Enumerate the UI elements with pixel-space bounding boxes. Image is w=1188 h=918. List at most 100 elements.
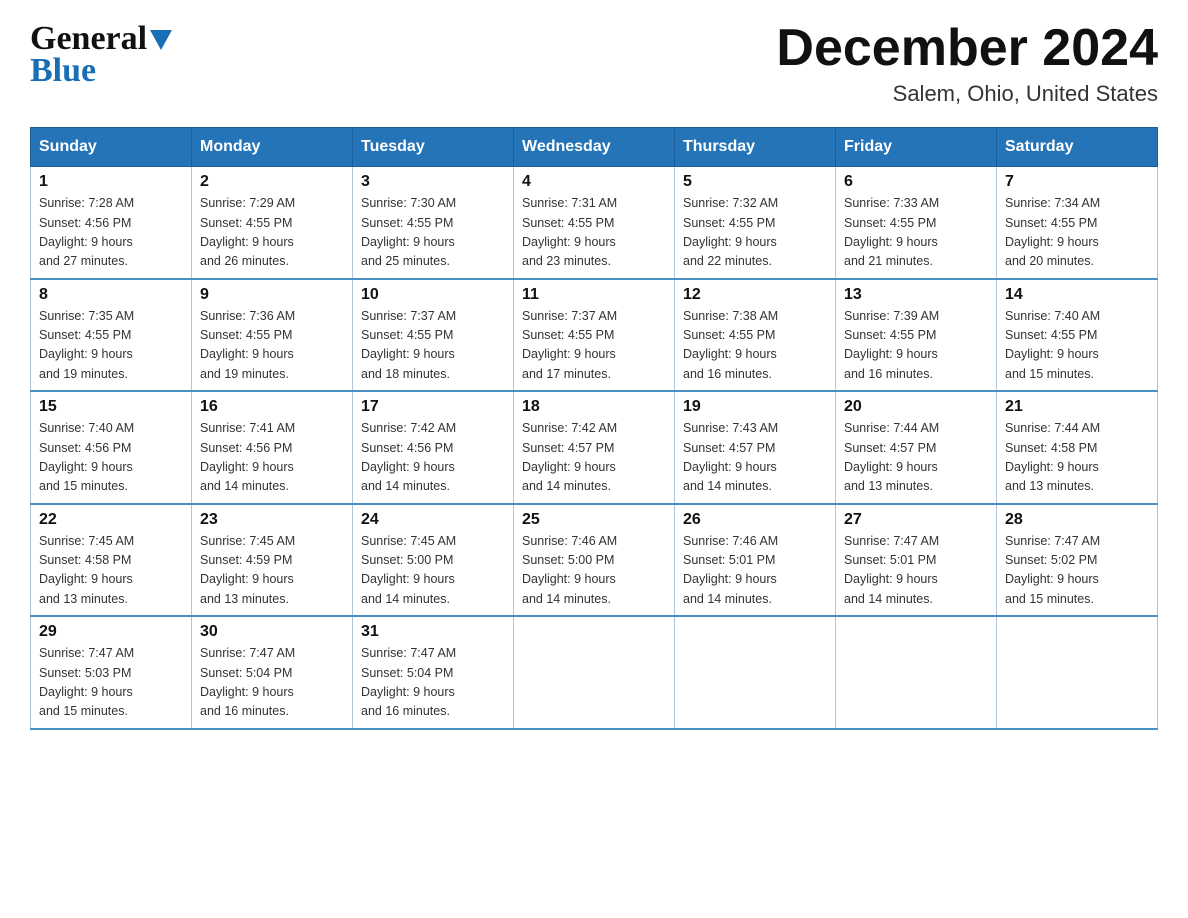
calendar-cell: 20 Sunrise: 7:44 AMSunset: 4:57 PMDayligh… xyxy=(836,391,997,504)
day-info: Sunrise: 7:28 AMSunset: 4:56 PMDaylight:… xyxy=(39,194,183,272)
calendar-cell: 3Sunrise: 7:30 AMSunset: 4:55 PMDaylight… xyxy=(353,167,514,279)
day-number: 24 xyxy=(361,511,505,529)
calendar-week-row: 15 Sunrise: 7:40 AMSunset: 4:56 PMDayligh… xyxy=(31,391,1158,504)
day-of-week-header: Monday xyxy=(192,128,353,167)
day-number: 8 xyxy=(39,286,183,304)
calendar-cell xyxy=(997,616,1158,729)
day-number: 19 xyxy=(683,398,827,416)
day-info: Sunrise: 7:30 AMSunset: 4:55 PMDaylight:… xyxy=(361,194,505,272)
calendar-cell: 30 Sunrise: 7:47 AMSunset: 5:04 PMDayligh… xyxy=(192,616,353,729)
day-info: Sunrise: 7:45 AMSunset: 4:59 PMDaylight:… xyxy=(200,532,344,610)
day-info: Sunrise: 7:43 AMSunset: 4:57 PMDaylight:… xyxy=(683,419,827,497)
day-info: Sunrise: 7:33 AMSunset: 4:55 PMDaylight:… xyxy=(844,194,988,272)
day-number: 27 xyxy=(844,511,988,529)
calendar-cell: 14Sunrise: 7:40 AMSunset: 4:55 PMDayligh… xyxy=(997,279,1158,392)
day-number: 20 xyxy=(844,398,988,416)
day-info: Sunrise: 7:39 AMSunset: 4:55 PMDaylight:… xyxy=(844,307,988,385)
calendar-cell: 4 Sunrise: 7:31 AMSunset: 4:55 PMDaylight… xyxy=(514,167,675,279)
day-number: 14 xyxy=(1005,286,1149,304)
day-info: Sunrise: 7:32 AMSunset: 4:55 PMDaylight:… xyxy=(683,194,827,272)
day-number: 30 xyxy=(200,623,344,641)
day-info: Sunrise: 7:47 AMSunset: 5:04 PMDaylight:… xyxy=(200,644,344,722)
day-number: 4 xyxy=(522,173,666,191)
day-info: Sunrise: 7:45 AMSunset: 4:58 PMDaylight:… xyxy=(39,532,183,610)
calendar-cell: 7 Sunrise: 7:34 AMSunset: 4:55 PMDaylight… xyxy=(997,167,1158,279)
day-info: Sunrise: 7:31 AMSunset: 4:55 PMDaylight:… xyxy=(522,194,666,272)
calendar-week-row: 29Sunrise: 7:47 AMSunset: 5:03 PMDayligh… xyxy=(31,616,1158,729)
day-info: Sunrise: 7:37 AMSunset: 4:55 PMDaylight:… xyxy=(522,307,666,385)
logo-arrow-icon xyxy=(150,30,172,50)
day-info: Sunrise: 7:29 AMSunset: 4:55 PMDaylight:… xyxy=(200,194,344,272)
calendar-cell: 9 Sunrise: 7:36 AMSunset: 4:55 PMDaylight… xyxy=(192,279,353,392)
day-of-week-header: Sunday xyxy=(31,128,192,167)
calendar-cell: 27 Sunrise: 7:47 AMSunset: 5:01 PMDayligh… xyxy=(836,504,997,617)
calendar-cell: 5 Sunrise: 7:32 AMSunset: 4:55 PMDaylight… xyxy=(675,167,836,279)
day-number: 7 xyxy=(1005,173,1149,191)
day-info: Sunrise: 7:40 AMSunset: 4:56 PMDaylight:… xyxy=(39,419,183,497)
day-number: 12 xyxy=(683,286,827,304)
day-info: Sunrise: 7:42 AMSunset: 4:56 PMDaylight:… xyxy=(361,419,505,497)
day-of-week-header: Friday xyxy=(836,128,997,167)
day-info: Sunrise: 7:35 AMSunset: 4:55 PMDaylight:… xyxy=(39,307,183,385)
day-info: Sunrise: 7:47 AMSunset: 5:04 PMDaylight:… xyxy=(361,644,505,722)
day-number: 16 xyxy=(200,398,344,416)
day-number: 10 xyxy=(361,286,505,304)
calendar-cell xyxy=(675,616,836,729)
calendar-cell: 1 Sunrise: 7:28 AMSunset: 4:56 PMDaylight… xyxy=(31,167,192,279)
calendar-header-row: SundayMondayTuesdayWednesdayThursdayFrid… xyxy=(31,128,1158,167)
calendar-cell: 10 Sunrise: 7:37 AMSunset: 4:55 PMDayligh… xyxy=(353,279,514,392)
calendar-cell: 18 Sunrise: 7:42 AMSunset: 4:57 PMDayligh… xyxy=(514,391,675,504)
day-number: 6 xyxy=(844,173,988,191)
day-number: 2 xyxy=(200,173,344,191)
day-number: 18 xyxy=(522,398,666,416)
calendar-cell xyxy=(836,616,997,729)
day-number: 1 xyxy=(39,173,183,191)
day-info: Sunrise: 7:47 AMSunset: 5:01 PMDaylight:… xyxy=(844,532,988,610)
day-number: 22 xyxy=(39,511,183,529)
calendar-cell: 31Sunrise: 7:47 AMSunset: 5:04 PMDayligh… xyxy=(353,616,514,729)
day-info: Sunrise: 7:44 AMSunset: 4:57 PMDaylight:… xyxy=(844,419,988,497)
calendar-week-row: 8 Sunrise: 7:35 AMSunset: 4:55 PMDaylight… xyxy=(31,279,1158,392)
day-of-week-header: Tuesday xyxy=(353,128,514,167)
day-info: Sunrise: 7:34 AMSunset: 4:55 PMDaylight:… xyxy=(1005,194,1149,272)
day-info: Sunrise: 7:47 AMSunset: 5:02 PMDaylight:… xyxy=(1005,532,1149,610)
calendar-cell: 12Sunrise: 7:38 AMSunset: 4:55 PMDayligh… xyxy=(675,279,836,392)
calendar-table: SundayMondayTuesdayWednesdayThursdayFrid… xyxy=(30,127,1158,730)
day-of-week-header: Wednesday xyxy=(514,128,675,167)
calendar-cell: 16Sunrise: 7:41 AMSunset: 4:56 PMDayligh… xyxy=(192,391,353,504)
day-info: Sunrise: 7:37 AMSunset: 4:55 PMDaylight:… xyxy=(361,307,505,385)
calendar-cell: 28 Sunrise: 7:47 AMSunset: 5:02 PMDayligh… xyxy=(997,504,1158,617)
calendar-cell: 6 Sunrise: 7:33 AMSunset: 4:55 PMDaylight… xyxy=(836,167,997,279)
logo-blue-text: Blue xyxy=(30,52,96,90)
calendar-cell: 2 Sunrise: 7:29 AMSunset: 4:55 PMDaylight… xyxy=(192,167,353,279)
calendar-cell: 26Sunrise: 7:46 AMSunset: 5:01 PMDayligh… xyxy=(675,504,836,617)
calendar-cell: 19 Sunrise: 7:43 AMSunset: 4:57 PMDayligh… xyxy=(675,391,836,504)
calendar-cell: 15 Sunrise: 7:40 AMSunset: 4:56 PMDayligh… xyxy=(31,391,192,504)
page-header: General Blue December 2024 Salem, Ohio, … xyxy=(30,20,1158,107)
calendar-cell: 23Sunrise: 7:45 AMSunset: 4:59 PMDayligh… xyxy=(192,504,353,617)
day-number: 25 xyxy=(522,511,666,529)
day-info: Sunrise: 7:46 AMSunset: 5:00 PMDaylight:… xyxy=(522,532,666,610)
calendar-cell xyxy=(514,616,675,729)
day-info: Sunrise: 7:42 AMSunset: 4:57 PMDaylight:… xyxy=(522,419,666,497)
day-number: 17 xyxy=(361,398,505,416)
day-info: Sunrise: 7:36 AMSunset: 4:55 PMDaylight:… xyxy=(200,307,344,385)
calendar-cell: 8 Sunrise: 7:35 AMSunset: 4:55 PMDaylight… xyxy=(31,279,192,392)
day-number: 28 xyxy=(1005,511,1149,529)
day-number: 5 xyxy=(683,173,827,191)
day-info: Sunrise: 7:47 AMSunset: 5:03 PMDaylight:… xyxy=(39,644,183,722)
day-number: 13 xyxy=(844,286,988,304)
day-number: 21 xyxy=(1005,398,1149,416)
calendar-cell: 13 Sunrise: 7:39 AMSunset: 4:55 PMDayligh… xyxy=(836,279,997,392)
calendar-cell: 17 Sunrise: 7:42 AMSunset: 4:56 PMDayligh… xyxy=(353,391,514,504)
calendar-cell: 29Sunrise: 7:47 AMSunset: 5:03 PMDayligh… xyxy=(31,616,192,729)
day-of-week-header: Saturday xyxy=(997,128,1158,167)
day-number: 9 xyxy=(200,286,344,304)
calendar-cell: 22 Sunrise: 7:45 AMSunset: 4:58 PMDayligh… xyxy=(31,504,192,617)
calendar-week-row: 1 Sunrise: 7:28 AMSunset: 4:56 PMDaylight… xyxy=(31,167,1158,279)
calendar-title-area: December 2024 Salem, Ohio, United States xyxy=(776,20,1158,107)
day-info: Sunrise: 7:44 AMSunset: 4:58 PMDaylight:… xyxy=(1005,419,1149,497)
day-number: 15 xyxy=(39,398,183,416)
calendar-cell: 25 Sunrise: 7:46 AMSunset: 5:00 PMDayligh… xyxy=(514,504,675,617)
day-info: Sunrise: 7:46 AMSunset: 5:01 PMDaylight:… xyxy=(683,532,827,610)
